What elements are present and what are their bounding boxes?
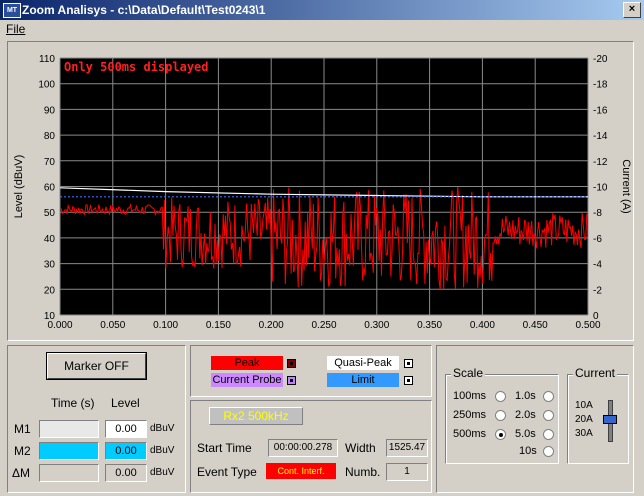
- current-probe-checkbox[interactable]: [287, 376, 296, 385]
- scale-option-5s[interactable]: 5.0s: [515, 428, 557, 442]
- time-header: Time (s): [51, 396, 95, 410]
- title-bar: MT Zoom Analisys - c:\Data\Default\Test0…: [0, 0, 644, 20]
- y-tick-label-right: -6: [593, 234, 602, 245]
- current-label-10a: 10A: [575, 400, 593, 411]
- delta-unit: dBuV: [150, 467, 175, 478]
- m2-unit: dBuV: [150, 445, 175, 456]
- scale-radio-2s[interactable]: [543, 410, 554, 421]
- y-tick-label-right: -14: [593, 131, 608, 142]
- y-tick-label-left: 100: [38, 80, 55, 91]
- close-button[interactable]: ×: [623, 2, 641, 18]
- x-tick-label: 0.350: [417, 320, 442, 331]
- x-tick-label: 0.150: [206, 320, 231, 331]
- y-tick-label-left: 110: [39, 54, 55, 65]
- y-tick-label-left: 30: [44, 260, 56, 271]
- y-tick-label-right: -4: [593, 260, 602, 271]
- x-tick-label: 0.450: [523, 320, 548, 331]
- y-tick-label-right: -2: [593, 285, 602, 296]
- delta-level-field[interactable]: 0.00: [105, 464, 147, 482]
- marker-off-button[interactable]: Marker OFF: [47, 353, 146, 379]
- x-tick-label: 0.200: [259, 320, 284, 331]
- event-info-panel: Rx2 500kHz Start Time 00:00:00.278 Width…: [190, 400, 432, 493]
- scale-option-250ms[interactable]: 250ms: [453, 409, 511, 423]
- receiver-label: Rx2 500kHz: [209, 407, 303, 425]
- y-tick-label-right: -18: [593, 80, 608, 91]
- menu-file[interactable]: File: [6, 22, 25, 36]
- y-axis-label-left: Level (dBuV): [13, 155, 25, 219]
- delta-m-label: ΔM: [12, 466, 31, 480]
- x-tick-label: 0.300: [364, 320, 389, 331]
- m2-label: M2: [14, 444, 31, 458]
- chart-annotation: Only 500ms displayed: [64, 60, 209, 74]
- current-label-20a: 20A: [575, 414, 593, 425]
- y-tick-label-left: 90: [44, 105, 56, 116]
- legend-limit: Limit: [327, 373, 399, 387]
- scale-radio-250ms[interactable]: [495, 410, 506, 421]
- event-type-label: Event Type: [197, 465, 257, 479]
- start-time-label: Start Time: [197, 441, 252, 455]
- x-tick-label: 0.400: [470, 320, 495, 331]
- legend-peak: Peak: [211, 356, 283, 370]
- m2-level-field[interactable]: 0.00: [105, 442, 147, 460]
- m1-time-field[interactable]: [39, 420, 99, 438]
- scale-option-100ms[interactable]: 100ms: [453, 390, 511, 404]
- quasi-peak-checkbox[interactable]: [404, 359, 413, 368]
- width-field: 1525.47: [386, 439, 428, 457]
- event-type-field: Cont. Interf.: [266, 463, 336, 479]
- current-slider-thumb[interactable]: [603, 415, 617, 424]
- scale-radio-5s[interactable]: [543, 429, 554, 440]
- m2-time-field[interactable]: [39, 442, 99, 460]
- x-tick-label: 0.250: [311, 320, 336, 331]
- y-tick-label-left: 80: [44, 131, 56, 142]
- numb-field: 1: [386, 463, 428, 481]
- y-tick-label-right: -8: [593, 208, 602, 219]
- level-header: Level: [111, 396, 140, 410]
- y-tick-label-right: 0: [593, 311, 599, 322]
- scale-option-500ms[interactable]: 500ms: [453, 428, 511, 442]
- y-tick-label-right: -10: [593, 183, 608, 194]
- y-tick-label-left: 50: [44, 208, 56, 219]
- delta-time-field[interactable]: [39, 464, 99, 482]
- app-icon: MT: [3, 3, 21, 18]
- numb-label: Numb.: [345, 465, 381, 479]
- current-label-30a: 30A: [575, 428, 593, 439]
- width-label: Width: [345, 441, 376, 455]
- m1-unit: dBuV: [150, 423, 175, 434]
- marker-panel: Marker OFF Time (s) Level M1 0.00 dBuV M…: [7, 345, 186, 493]
- current-title: Current: [573, 366, 618, 380]
- y-tick-label-left: 10: [44, 311, 56, 322]
- scale-option-10s[interactable]: 10s: [515, 445, 557, 459]
- y-tick-label-left: 40: [44, 234, 56, 245]
- scale-radio-10s[interactable]: [543, 446, 554, 457]
- y-axis-label-right: Current (A): [620, 159, 632, 213]
- limit-checkbox[interactable]: [404, 376, 413, 385]
- scale-title: Scale: [451, 366, 486, 380]
- y-tick-label-left: 70: [44, 157, 56, 168]
- scale-radio-500ms[interactable]: [495, 429, 506, 440]
- menu-bar: File: [0, 20, 644, 38]
- scale-radio-1s[interactable]: [543, 391, 554, 402]
- y-tick-label-right: -16: [593, 105, 608, 116]
- y-tick-label-right: -12: [593, 157, 608, 168]
- m1-label: M1: [14, 422, 31, 436]
- window-title: Zoom Analisys - c:\Data\Default\Test0243…: [22, 3, 266, 17]
- y-tick-label-left: 60: [44, 183, 56, 194]
- legend-quasi-peak: Quasi-Peak: [327, 356, 399, 370]
- plot-panel: 0.000 0.050 0.100 0.150 0.200 0.250 0.300 0.350…: [7, 41, 634, 341]
- legend-current-probe: Current Probe: [211, 373, 283, 387]
- peak-checkbox[interactable]: [287, 359, 296, 368]
- legend-panel: Peak Current Probe Quasi-Peak Limit: [190, 345, 432, 397]
- y-tick-label-right: -20: [593, 54, 608, 65]
- m1-level-field[interactable]: 0.00: [105, 420, 147, 438]
- x-tick-label: 0.050: [100, 320, 125, 331]
- scale-current-panel: Scale 100ms 250ms 500ms 1.0s 2.0s 5.0s 1…: [436, 345, 634, 493]
- scale-option-1s[interactable]: 1.0s: [515, 390, 557, 404]
- scale-radio-100ms[interactable]: [495, 391, 506, 402]
- start-time-field: 00:00:00.278: [268, 439, 338, 457]
- x-tick-label: 0.100: [153, 320, 178, 331]
- level-chart[interactable]: 0.000 0.050 0.100 0.150 0.200 0.250 0.300 0.350…: [8, 42, 633, 340]
- scale-option-2s[interactable]: 2.0s: [515, 409, 557, 423]
- y-tick-label-left: 20: [44, 285, 56, 296]
